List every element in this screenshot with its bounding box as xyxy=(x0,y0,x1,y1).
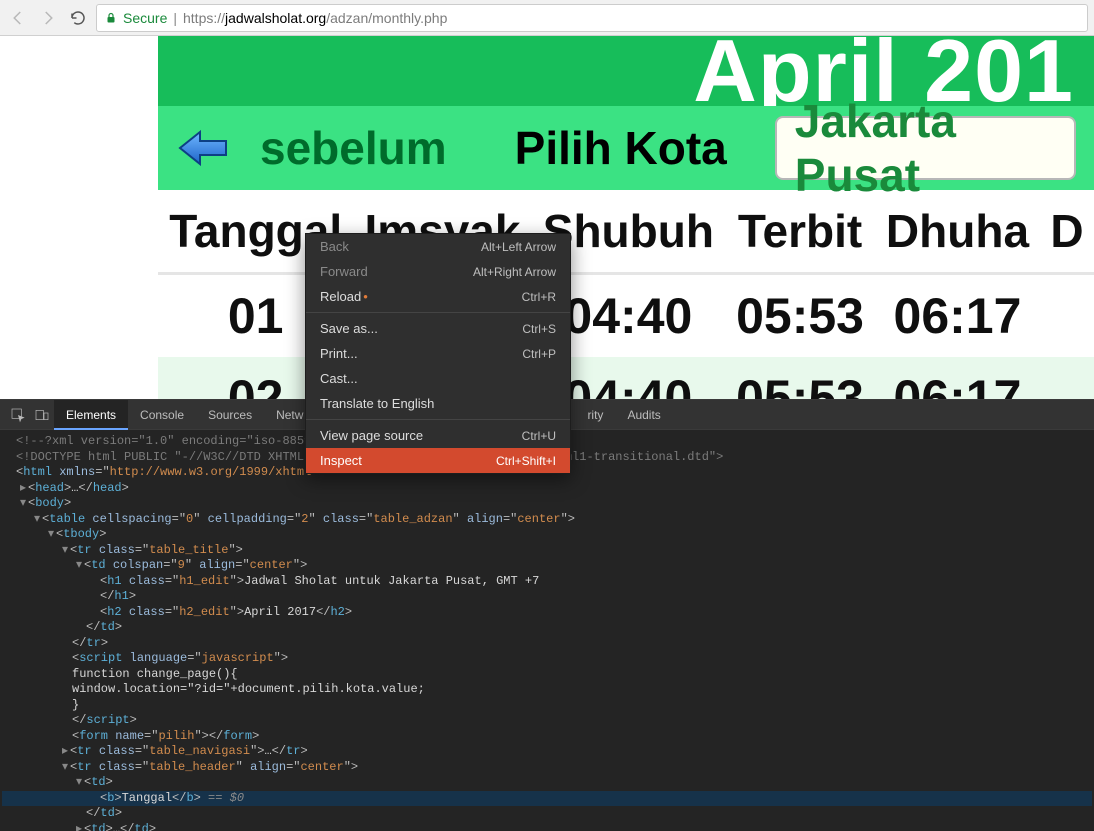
browser-toolbar: Secure | https://jadwalsholat.org/adzan/… xyxy=(0,0,1094,36)
ctx-print[interactable]: Print...Ctrl+P xyxy=(306,341,570,366)
th-next: D xyxy=(1040,190,1094,274)
tab-sources[interactable]: Sources xyxy=(196,400,264,430)
secure-label: Secure xyxy=(123,10,167,26)
ctx-separator xyxy=(306,312,570,313)
nav-row: sebelum Pilih Kota Jakarta Pusat xyxy=(158,106,1094,190)
prev-link[interactable]: sebelum xyxy=(260,121,447,175)
ctx-translate[interactable]: Translate to English xyxy=(306,391,570,416)
tab-security[interactable]: rity xyxy=(575,400,615,430)
forward-button[interactable] xyxy=(36,6,60,30)
tab-console[interactable]: Console xyxy=(128,400,196,430)
city-picker-label: Pilih Kota xyxy=(515,121,727,175)
ctx-forward[interactable]: ForwardAlt+Right Arrow xyxy=(306,259,570,284)
inspect-element-icon[interactable] xyxy=(6,403,30,427)
ctx-back[interactable]: BackAlt+Left Arrow xyxy=(306,234,570,259)
city-selected-value: Jakarta Pusat xyxy=(795,94,1056,202)
address-bar[interactable]: Secure | https://jadwalsholat.org/adzan/… xyxy=(96,4,1088,32)
table-header-row: Tanggal Imsyak Shubuh Terbit Dhuha D xyxy=(158,190,1094,274)
ctx-reload[interactable]: Reload•Ctrl+R xyxy=(306,284,570,309)
ctx-save-as[interactable]: Save as...Ctrl+S xyxy=(306,316,570,341)
ctx-separator xyxy=(306,419,570,420)
separator: | xyxy=(173,10,177,26)
back-button[interactable] xyxy=(6,6,30,30)
arrow-left-icon[interactable] xyxy=(176,128,232,168)
ctx-view-source[interactable]: View page sourceCtrl+U xyxy=(306,423,570,448)
elements-tree[interactable]: <!--?xml version="1.0" encoding="iso-885… xyxy=(0,430,1094,831)
device-toggle-icon[interactable] xyxy=(30,403,54,427)
table-row: 01 04:40 05:53 06:17 xyxy=(158,274,1094,358)
city-select[interactable]: Jakarta Pusat xyxy=(775,116,1076,180)
context-menu: BackAlt+Left Arrow ForwardAlt+Right Arro… xyxy=(305,233,571,474)
url: https://jadwalsholat.org/adzan/monthly.p… xyxy=(183,10,447,26)
th-dhuha: Dhuha xyxy=(875,190,1040,274)
tab-elements[interactable]: Elements xyxy=(54,400,128,430)
tab-audits[interactable]: Audits xyxy=(615,400,672,430)
ctx-inspect[interactable]: InspectCtrl+Shift+I xyxy=(306,448,570,473)
lock-icon xyxy=(105,11,117,25)
ctx-cast[interactable]: Cast... xyxy=(306,366,570,391)
reload-button[interactable] xyxy=(66,6,90,30)
th-terbit: Terbit xyxy=(725,190,875,274)
